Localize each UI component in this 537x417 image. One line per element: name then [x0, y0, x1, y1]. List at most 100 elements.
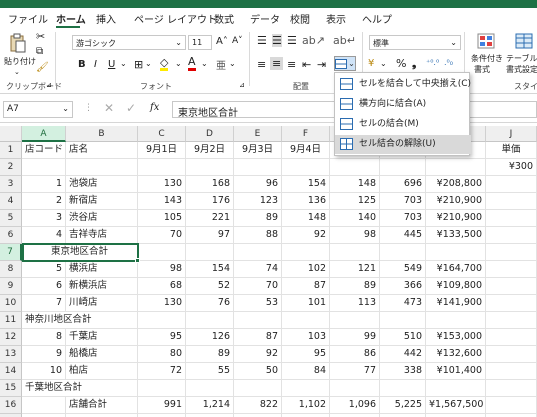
row-header[interactable]: 14 — [0, 363, 22, 380]
cell-g11[interactable] — [330, 312, 380, 329]
cell-c14[interactable]: 72 — [138, 363, 186, 380]
cell-b10[interactable]: 川崎店 — [66, 295, 138, 312]
row-header[interactable]: 15 — [0, 380, 22, 397]
cell-i6[interactable]: ¥133,500 — [426, 227, 486, 244]
cell-j8[interactable] — [486, 261, 537, 278]
row-header[interactable]: 7 — [0, 244, 22, 261]
cell-b16[interactable]: 店舗合計 — [66, 397, 138, 414]
cell-f13[interactable]: 95 — [282, 346, 330, 363]
align-bottom-icon[interactable]: ☰ — [287, 34, 297, 47]
comma-style-icon[interactable]: ❟ — [412, 57, 416, 71]
cell-a1[interactable]: 店コード — [22, 142, 66, 159]
insert-function-icon[interactable]: fx — [150, 102, 159, 113]
number-format-dropdown[interactable]: 標準 ⌄ — [369, 35, 461, 50]
font-color-dropdown-icon[interactable]: ⌄ — [201, 59, 208, 68]
format-as-table-icon[interactable] — [514, 32, 534, 50]
font-launcher-icon[interactable]: ⊿ — [239, 81, 245, 89]
paste-icon[interactable] — [8, 32, 28, 54]
tab-file[interactable]: ファイル — [8, 11, 48, 26]
cell-d3[interactable]: 168 — [186, 176, 234, 193]
cell-h16[interactable]: 5,225 — [380, 397, 426, 414]
cancel-icon[interactable]: ✕ — [104, 101, 114, 115]
cell-i14[interactable]: ¥101,400 — [426, 363, 486, 380]
cell-d15[interactable] — [186, 380, 234, 397]
row-header[interactable]: 11 — [0, 312, 22, 329]
cell-g2[interactable] — [330, 159, 380, 176]
cell-h6[interactable]: 445 — [380, 227, 426, 244]
tab-insert[interactable]: 挿入 — [96, 11, 116, 26]
cell-h3[interactable]: 696 — [380, 176, 426, 193]
align-top-icon[interactable]: ☰ — [257, 34, 267, 47]
cell-i15[interactable] — [426, 380, 486, 397]
cell-c13[interactable]: 80 — [138, 346, 186, 363]
cell-e12[interactable]: 87 — [234, 329, 282, 346]
cell-g10[interactable]: 113 — [330, 295, 380, 312]
cell-h5[interactable]: 703 — [380, 210, 426, 227]
cell-e6[interactable]: 88 — [234, 227, 282, 244]
cell-i11[interactable] — [426, 312, 486, 329]
copy-icon[interactable]: ⧉ — [36, 46, 43, 57]
cell-j7[interactable] — [486, 244, 537, 261]
cell-g13[interactable]: 86 — [330, 346, 380, 363]
cell-c5[interactable]: 105 — [138, 210, 186, 227]
wrap-text-icon[interactable]: ab↵ — [333, 34, 356, 47]
cell-e14[interactable]: 50 — [234, 363, 282, 380]
underline-icon[interactable]: U — [108, 59, 115, 70]
cell-e1[interactable]: 9月3日 — [234, 142, 282, 159]
cell-j10[interactable] — [486, 295, 537, 312]
font-size-dropdown[interactable]: 11 — [188, 35, 212, 50]
cell-i13[interactable]: ¥132,600 — [426, 346, 486, 363]
cell-a15[interactable]: 千葉地区合計 — [22, 380, 138, 397]
cell-e9[interactable]: 70 — [234, 278, 282, 295]
cell-f1[interactable]: 9月4日 — [282, 142, 330, 159]
cell-i8[interactable]: ¥164,700 — [426, 261, 486, 278]
cell-d14[interactable]: 55 — [186, 363, 234, 380]
cell-a14[interactable]: 10 — [22, 363, 66, 380]
cell-f14[interactable]: 84 — [282, 363, 330, 380]
select-all-corner[interactable] — [0, 126, 22, 142]
cell-j9[interactable] — [486, 278, 537, 295]
cell-c6[interactable]: 70 — [138, 227, 186, 244]
row-header[interactable]: 16 — [0, 397, 22, 414]
cell-a10[interactable]: 7 — [22, 295, 66, 312]
cell-f8[interactable]: 102 — [282, 261, 330, 278]
conditional-format-button[interactable]: 条件付き — [471, 53, 503, 64]
cell-c7[interactable] — [138, 244, 186, 261]
cell-e7[interactable] — [234, 244, 282, 261]
currency-icon[interactable]: ¥ — [368, 58, 374, 69]
cell-e3[interactable]: 96 — [234, 176, 282, 193]
cell-f10[interactable]: 101 — [282, 295, 330, 312]
cell-f15[interactable] — [282, 380, 330, 397]
cell-d4[interactable]: 176 — [186, 193, 234, 210]
orientation-icon[interactable]: ab↗ — [302, 34, 325, 47]
cell-j16[interactable] — [486, 397, 537, 414]
format-as-table-button[interactable]: テーブルと — [506, 53, 537, 64]
cell-d9[interactable]: 52 — [186, 278, 234, 295]
merge-menu-item[interactable]: セル結合の解除(U) — [335, 135, 471, 154]
cell-i9[interactable]: ¥109,800 — [426, 278, 486, 295]
cell-a4[interactable]: 2 — [22, 193, 66, 210]
cell-e16[interactable]: 822 — [234, 397, 282, 414]
tab-help[interactable]: ヘルプ — [362, 11, 392, 26]
italic-icon[interactable]: I — [94, 59, 97, 70]
row-header[interactable]: 12 — [0, 329, 22, 346]
cell-d12[interactable]: 126 — [186, 329, 234, 346]
cell-f7[interactable] — [282, 244, 330, 261]
cell-f2[interactable] — [282, 159, 330, 176]
cell-e13[interactable]: 92 — [234, 346, 282, 363]
cell-b3[interactable]: 池袋店 — [66, 176, 138, 193]
cell-f11[interactable] — [282, 312, 330, 329]
cell-b6[interactable]: 吉祥寺店 — [66, 227, 138, 244]
cell-e15[interactable] — [234, 380, 282, 397]
cell-g14[interactable]: 77 — [330, 363, 380, 380]
cut-icon[interactable]: ✂ — [36, 30, 45, 43]
row-header[interactable]: 6 — [0, 227, 22, 244]
phonetic-dropdown-icon[interactable]: ⌄ — [229, 59, 236, 68]
merge-menu-item[interactable]: 横方向に結合(A) — [335, 95, 471, 114]
cell-j2[interactable]: ¥300 — [486, 159, 537, 176]
paste-dropdown-icon[interactable]: ⌄ — [14, 68, 20, 76]
bold-icon[interactable]: B — [78, 59, 86, 70]
increase-font-icon[interactable]: A˄ — [216, 36, 228, 47]
confirm-icon[interactable]: ✓ — [126, 101, 136, 115]
fill-color-icon[interactable]: ◇ — [160, 57, 169, 71]
